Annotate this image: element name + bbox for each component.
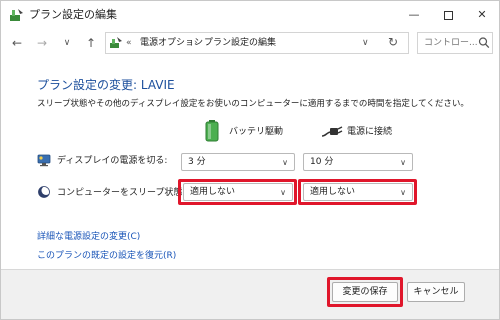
address-dropdown-icon[interactable]: ∨ (362, 36, 369, 50)
up-button[interactable]: ↑ (83, 35, 99, 51)
refresh-icon[interactable]: ↻ (388, 35, 398, 49)
search-box[interactable]: コントロー... (417, 32, 493, 54)
sleep-moon-icon (38, 186, 51, 198)
maximize-icon (443, 10, 453, 20)
forward-button[interactable]: → (34, 35, 50, 51)
navigation-bar: ← → ∨ ↑ « 電源オプション › プラン設定の編集 ∨ ↻ コントロー..… (1, 29, 499, 59)
display-off-plugged-select[interactable]: 10 分 ∨ (303, 153, 413, 171)
save-button-highlight (327, 277, 403, 307)
control-panel-icon (110, 37, 122, 48)
cancel-button[interactable]: キャンセル (407, 282, 465, 302)
restore-defaults-link[interactable]: このプランの既定の設定を復元(R) (37, 250, 176, 262)
close-button[interactable]: ✕ (465, 1, 499, 29)
search-icon (478, 37, 490, 49)
recent-locations-button[interactable]: ∨ (59, 35, 75, 51)
sleep-battery-highlight (178, 179, 297, 205)
chevron-down-icon: ∨ (400, 158, 406, 167)
breadcrumb-separator-icon[interactable]: › (194, 36, 198, 50)
display-off-battery-value: 3 分 (188, 157, 206, 167)
display-off-plugged-value: 10 分 (310, 157, 334, 167)
title-bar: プラン設定の編集 — ✕ (1, 1, 499, 29)
minimize-button[interactable]: — (397, 1, 431, 29)
chevron-down-icon: ∨ (282, 158, 288, 167)
page-title: プラン設定の変更: LAVIE (37, 78, 175, 92)
back-button[interactable]: ← (9, 35, 25, 51)
battery-icon (205, 120, 219, 142)
edit-plan-settings-window: プラン設定の編集 — ✕ ← → ∨ ↑ « 電源オプション › プラン設定の編… (0, 0, 500, 320)
advanced-power-settings-link[interactable]: 詳細な電源設定の変更(C) (37, 231, 140, 243)
address-bar[interactable]: « 電源オプション › プラン設定の編集 ∨ ↻ (105, 32, 409, 54)
footer-bar: 変更の保存 キャンセル (1, 269, 499, 319)
display-off-battery-select[interactable]: 3 分 ∨ (181, 153, 295, 171)
breadcrumb-edit-plan[interactable]: プラン設定の編集 (204, 36, 276, 50)
plugged-in-column-header: 電源に接続 (347, 127, 393, 137)
window-title: プラン設定の編集 (29, 8, 117, 21)
address-overflow-chevron[interactable]: « (126, 36, 132, 50)
search-placeholder: コントロー... (424, 38, 478, 48)
page-description: スリープ状態やその他のディスプレイ設定をお使いのコンピューターに適用するまでの時… (37, 99, 469, 109)
sleep-plugged-highlight (298, 179, 417, 205)
power-plug-icon (321, 126, 343, 137)
battery-column-header: バッテリ駆動 (229, 127, 284, 137)
display-off-label: ディスプレイの電源を切る: (57, 156, 168, 166)
power-options-app-icon (10, 9, 23, 21)
display-icon (37, 154, 51, 167)
maximize-button[interactable] (431, 1, 465, 29)
